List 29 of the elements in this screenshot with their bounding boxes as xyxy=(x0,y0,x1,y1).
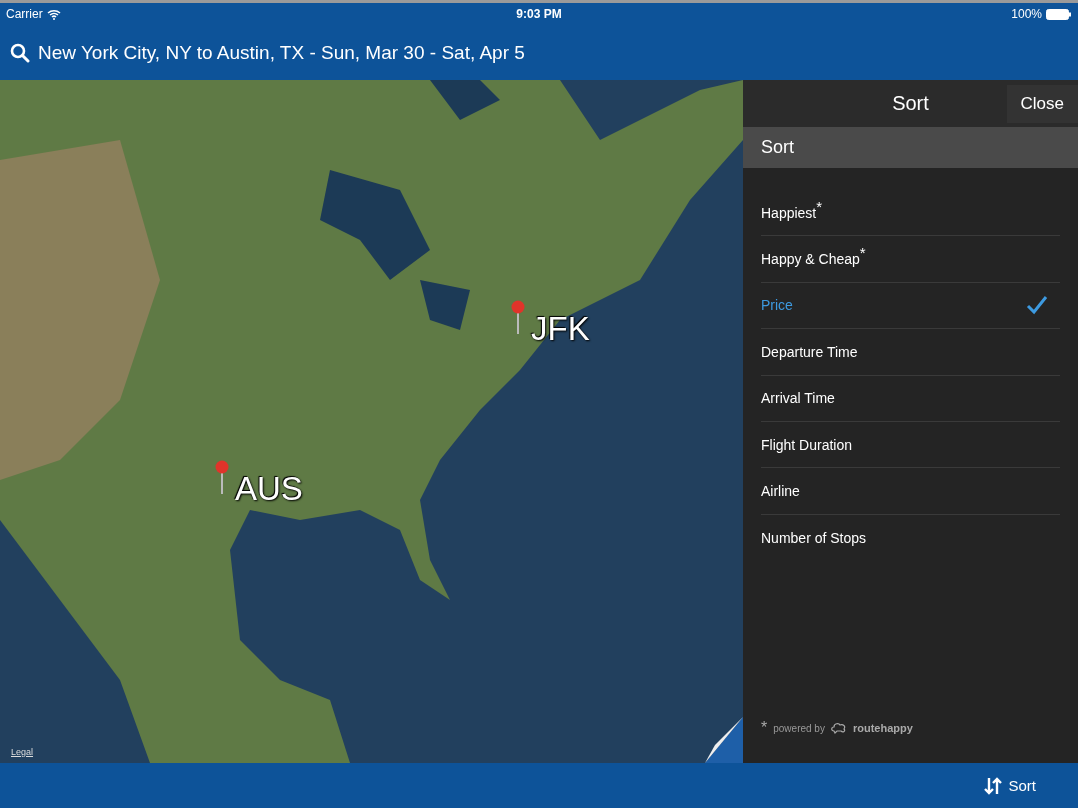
panel-title: Sort xyxy=(892,92,929,115)
battery-percent: 100% xyxy=(1011,7,1042,21)
close-button[interactable]: Close xyxy=(1006,85,1078,123)
wifi-icon xyxy=(46,8,61,20)
page-curl-icon[interactable] xyxy=(705,717,743,763)
legal-link[interactable]: Legal xyxy=(11,747,34,757)
sort-option[interactable]: Departure Time xyxy=(761,329,1060,376)
footnote-mark: * xyxy=(761,719,768,737)
search-field[interactable]: New York City, NY to Austin, TX - Sun, Mar 30 - Sat, Apr 5 xyxy=(38,41,525,64)
airport-label: AUS xyxy=(235,470,303,508)
section-header: Sort xyxy=(743,127,1078,168)
airport-label: JFK xyxy=(531,310,590,348)
powered-by-text: powered by xyxy=(773,722,825,734)
battery-icon xyxy=(1046,8,1072,20)
carrier-label: Carrier xyxy=(6,7,43,21)
checkmark-icon xyxy=(1026,295,1048,316)
clock-time: 9:03 PM xyxy=(516,7,562,21)
cloud-icon xyxy=(830,722,847,734)
sort-option[interactable]: Number of Stops xyxy=(761,514,1060,562)
map-pin-icon[interactable] xyxy=(511,300,525,334)
map-pin-icon[interactable] xyxy=(215,460,229,494)
brand-name: routehappy xyxy=(852,722,913,734)
sort-arrows-icon xyxy=(984,776,1003,795)
sort-option[interactable]: Arrival Time xyxy=(761,375,1060,422)
sort-option[interactable]: Airline xyxy=(761,468,1060,515)
sort-option[interactable]: Flight Duration xyxy=(761,421,1060,469)
search-icon[interactable] xyxy=(10,42,30,63)
sort-button[interactable]: Sort xyxy=(980,772,1040,799)
sort-option[interactable]: Price xyxy=(761,282,1060,330)
